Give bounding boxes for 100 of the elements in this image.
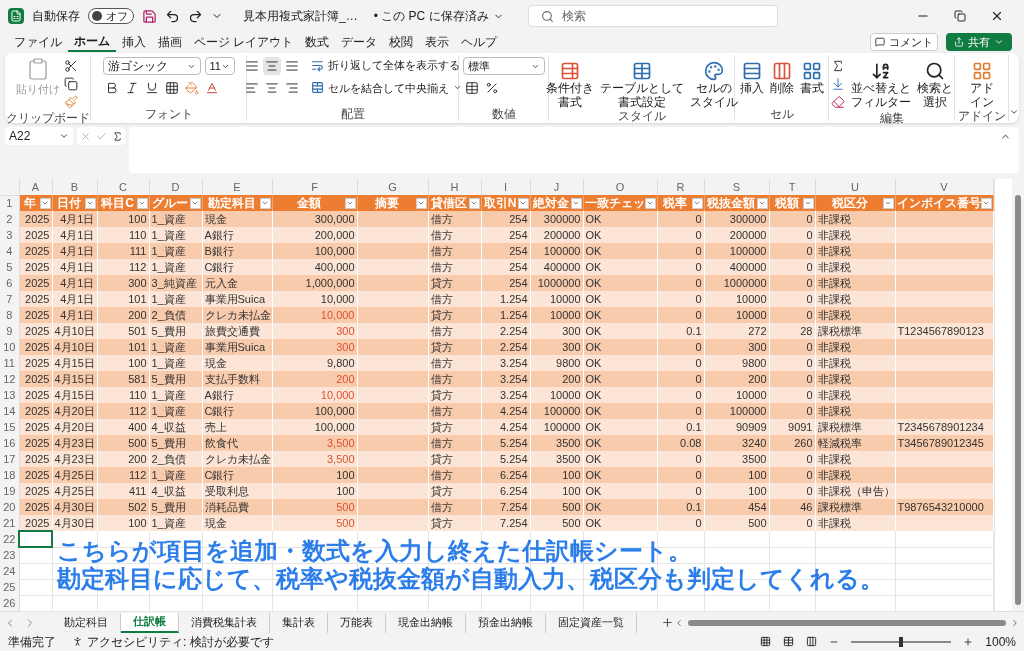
restore-icon[interactable] — [954, 10, 966, 22]
accessibility-status[interactable]: アクセシビリティ: 検討が必要です — [72, 632, 274, 651]
ribbon-tab[interactable]: ヘルプ — [455, 32, 504, 52]
wrap-text-button[interactable]: 折り返して全体を表示する — [311, 57, 462, 74]
sheet-tab[interactable]: 集計表 — [270, 612, 328, 633]
filter-dropdown-icon[interactable] — [415, 197, 427, 209]
row-header[interactable]: 10 — [0, 339, 19, 355]
comment-button[interactable]: コメント — [870, 33, 938, 51]
scroll-left-icon[interactable] — [674, 617, 684, 628]
row-header[interactable]: 19 — [0, 483, 19, 499]
filter-dropdown-icon[interactable] — [189, 197, 201, 209]
ribbon-tab[interactable]: ファイル — [8, 32, 68, 52]
row-header[interactable]: 8 — [0, 307, 19, 323]
row-header[interactable]: 23 — [0, 547, 19, 563]
style-button[interactable]: テーブルとして 書式設定 — [597, 57, 686, 109]
filter-dropdown-icon[interactable] — [802, 197, 814, 209]
style-button[interactable]: セルの スタイル — [687, 57, 740, 109]
scroll-right-icon[interactable] — [1010, 617, 1020, 628]
sheet-tab[interactable]: 預金出納帳 — [466, 612, 546, 633]
number-format-field[interactable]: 標準 — [462, 57, 545, 75]
sheet-tab[interactable]: 万能表 — [328, 612, 386, 633]
ribbon-tab[interactable]: 校閲 — [383, 32, 420, 52]
ribbon-tab[interactable]: データ — [335, 32, 384, 52]
ribbon-tab[interactable]: 描画 — [152, 32, 188, 52]
filter-dropdown-icon[interactable] — [84, 197, 96, 209]
share-button[interactable]: 共有 — [946, 33, 1012, 51]
cells-button[interactable]: 書式 — [797, 57, 826, 95]
autosave-toggle[interactable]: オフ — [88, 8, 134, 24]
save-status[interactable]: • この PC に保存済み — [373, 7, 504, 25]
page-break-icon[interactable] — [806, 636, 818, 647]
filter-dropdown-icon[interactable] — [517, 197, 529, 209]
row-header[interactable]: 3 — [0, 227, 19, 243]
row-header[interactable]: 15 — [0, 419, 19, 435]
cancel-icon[interactable] — [79, 130, 91, 142]
vertical-scrollbar[interactable] — [1015, 195, 1021, 605]
save-icon[interactable] — [142, 8, 157, 24]
fill-color-icon[interactable] — [182, 79, 201, 97]
undo-icon[interactable] — [165, 8, 180, 24]
zoom-in-icon[interactable] — [963, 636, 974, 647]
row-header[interactable]: 16 — [0, 435, 19, 451]
merge-center-button[interactable]: セルを結合して中央揃え — [311, 79, 462, 96]
paste-button[interactable]: 貼り付け — [15, 57, 60, 98]
selected-cell[interactable] — [19, 531, 52, 547]
row-header[interactable]: 13 — [0, 387, 19, 403]
row-header[interactable]: 18 — [0, 467, 19, 483]
name-box[interactable]: A22 — [5, 127, 73, 145]
filter-dropdown-icon[interactable] — [980, 197, 992, 209]
addins-button[interactable]: アド イン — [967, 57, 996, 109]
search-field[interactable]: 検索 — [527, 5, 778, 27]
row-header[interactable]: 5 — [0, 259, 19, 275]
close-icon[interactable] — [990, 9, 1004, 23]
row-header[interactable]: 21 — [0, 515, 19, 531]
editing-button[interactable]: 並べ替えと フィルター — [848, 57, 913, 109]
sheet-tab[interactable]: 固定資産一覧 — [546, 612, 637, 633]
row-header[interactable]: 25 — [0, 579, 19, 595]
filter-dropdown-icon[interactable] — [259, 197, 271, 209]
row-header[interactable]: 11 — [0, 355, 19, 371]
filter-dropdown-icon[interactable] — [691, 197, 703, 209]
filter-dropdown-icon[interactable] — [136, 197, 148, 209]
row-header[interactable]: 26 — [0, 595, 19, 611]
cells-button[interactable]: 削除 — [767, 57, 796, 95]
filter-dropdown-icon[interactable] — [756, 197, 768, 209]
editing-button[interactable]: 検索と 選択 — [914, 57, 955, 109]
row-header[interactable]: 7 — [0, 291, 19, 307]
ribbon-tab[interactable]: 表示 — [419, 32, 456, 52]
redo-icon[interactable] — [188, 8, 203, 24]
sheet-tab[interactable]: 消費税集計表 — [179, 612, 270, 633]
row-header[interactable]: 2 — [0, 211, 19, 227]
filter-dropdown-icon[interactable] — [39, 197, 51, 209]
font-size-field[interactable]: 11 — [204, 57, 235, 75]
zoom-slider-thumb[interactable] — [899, 636, 904, 647]
collapse-ribbon-icon[interactable] — [1009, 107, 1019, 117]
add-sheet-icon[interactable] — [661, 616, 674, 629]
horizontal-scrollbar[interactable] — [688, 619, 1006, 626]
row-header[interactable]: 17 — [0, 451, 19, 467]
function-icon[interactable] — [111, 130, 123, 142]
filter-dropdown-icon[interactable] — [570, 197, 582, 209]
ribbon-tab[interactable]: 数式 — [299, 32, 336, 52]
middle-align-icon[interactable] — [263, 57, 281, 75]
normal-view-icon[interactable] — [760, 636, 772, 647]
row-header[interactable]: 12 — [0, 371, 19, 387]
page-layout-icon[interactable] — [783, 636, 795, 647]
row-header[interactable]: 6 — [0, 275, 19, 291]
enter-icon[interactable] — [95, 130, 107, 142]
row-header[interactable]: 9 — [0, 323, 19, 339]
row-header[interactable]: 14 — [0, 403, 19, 419]
row-header[interactable]: 4 — [0, 243, 19, 259]
cells-button[interactable]: 挿入 — [737, 57, 766, 95]
ribbon-tab[interactable]: ページ レイアウト — [188, 32, 300, 52]
font-name-field[interactable]: 游ゴシック — [102, 57, 201, 75]
filter-dropdown-icon[interactable] — [882, 197, 894, 209]
ribbon-tab[interactable]: 挿入 — [116, 32, 152, 52]
filter-dropdown-icon[interactable] — [644, 197, 656, 209]
filter-dropdown-icon[interactable] — [344, 197, 356, 209]
row-header[interactable]: 24 — [0, 563, 19, 579]
sheet-tab[interactable]: 現金出納帳 — [386, 612, 466, 633]
formula-field[interactable] — [129, 127, 1019, 173]
row-header[interactable]: 20 — [0, 499, 19, 515]
style-button[interactable]: 条件付き 書式 — [543, 57, 596, 109]
filter-dropdown-icon[interactable] — [468, 197, 480, 209]
